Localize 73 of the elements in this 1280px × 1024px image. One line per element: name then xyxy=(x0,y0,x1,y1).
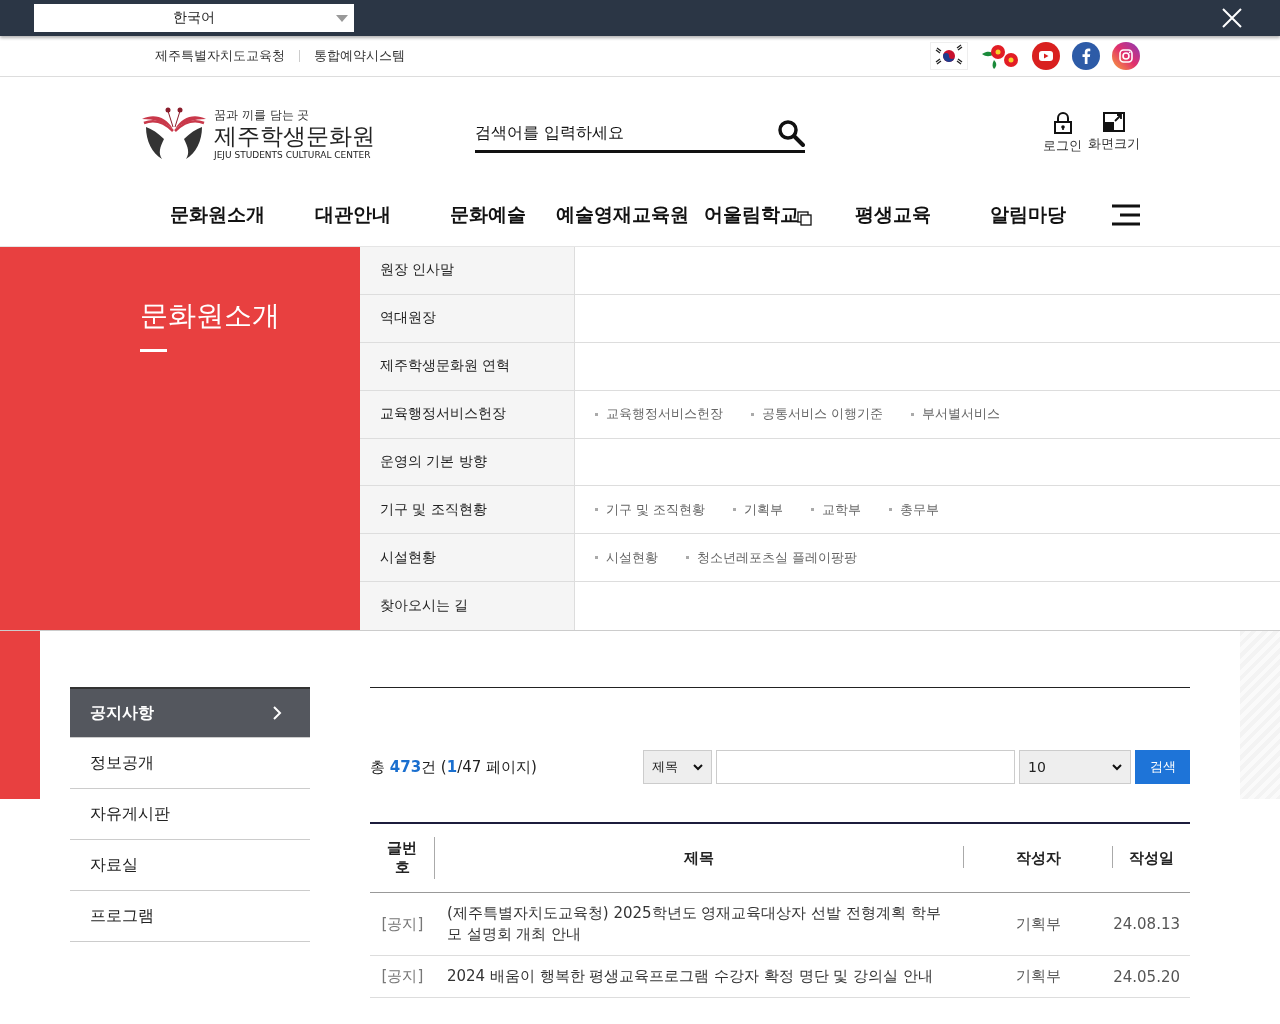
new-window-icon xyxy=(796,210,812,226)
submenu-item[interactable]: 교육행정서비스헌장 xyxy=(360,390,575,438)
flag-icon[interactable] xyxy=(930,42,968,70)
close-icon[interactable] xyxy=(1222,8,1242,28)
column-header: 작성자 xyxy=(1015,848,1061,867)
screen-size-button[interactable]: 화면크기 xyxy=(1088,112,1140,155)
chevron-down-icon xyxy=(693,763,703,771)
title-underline xyxy=(140,349,167,352)
sidebar-item[interactable]: 프로그램 xyxy=(70,891,310,942)
search-icon[interactable] xyxy=(777,118,805,147)
language-select[interactable]: 한국어 xyxy=(34,4,354,32)
butterfly-logo-icon[interactable] xyxy=(140,107,208,160)
caret-icon xyxy=(336,15,348,22)
sidebar-item[interactable]: 자료실 xyxy=(70,840,310,891)
author-cell: 기획부 xyxy=(1015,967,1061,985)
chevron-right-icon xyxy=(272,705,282,721)
submenu-item[interactable]: 제주학생문화원 연혁 xyxy=(360,342,575,390)
date-cell: 24.05.20 xyxy=(1113,967,1180,986)
submenu-link[interactable]: 부서별서비스 xyxy=(911,405,1001,424)
sidebar-item[interactable]: 정보공개 xyxy=(70,738,310,789)
youtube-icon[interactable] xyxy=(1032,42,1060,70)
logo-english-name: JEJU STUDENTS CULTURAL CENTER xyxy=(214,149,372,160)
submenu-link[interactable]: 교학부 xyxy=(811,500,862,519)
nav-menu-item[interactable]: 어울림학교 xyxy=(690,202,825,228)
submenu-item[interactable]: 시설현황 xyxy=(360,534,575,582)
submenu-item[interactable]: 원장 인사말 xyxy=(360,247,575,294)
submenu-link[interactable]: 교육행정서비스헌장 xyxy=(595,405,723,424)
notice-tag: [공지] xyxy=(381,967,424,985)
menu-icon[interactable] xyxy=(1112,204,1140,226)
instagram-icon[interactable] xyxy=(1112,42,1140,70)
flower-icon[interactable] xyxy=(980,42,1020,70)
search-field[interactable]: 검색어를 입력하세요 xyxy=(475,114,805,153)
nav-menu-item[interactable]: 알림마당 xyxy=(960,202,1095,228)
nav-menu-item[interactable]: 평생교육 xyxy=(825,202,960,228)
search-button[interactable]: 검색 xyxy=(1135,750,1190,784)
sidebar-item[interactable]: 공지사항 xyxy=(70,687,310,738)
menu-title: 문화원소개 xyxy=(140,298,281,334)
column-header: 제목 xyxy=(684,848,715,867)
submenu-link[interactable]: 기획부 xyxy=(733,500,784,519)
submenu-item[interactable]: 역대원장 xyxy=(360,294,575,342)
field-select[interactable]: 제목 xyxy=(643,750,712,784)
submenu-link[interactable]: 총무부 xyxy=(889,500,940,519)
nav-menu-item[interactable]: 대관안내 xyxy=(285,202,420,228)
lock-icon xyxy=(1052,112,1073,134)
sidebar-item[interactable]: 자유게시판 xyxy=(70,789,310,840)
result-count: 총 473건 (1/47 페이지) xyxy=(370,757,537,777)
logo-name[interactable]: 제주학생문화원 xyxy=(214,124,375,150)
notice-tag: [공지] xyxy=(381,914,424,933)
nav-menu-item[interactable]: 문화예술 xyxy=(420,202,555,228)
date-cell: 24.08.13 xyxy=(1113,915,1180,933)
column-header: 글번호 xyxy=(386,839,419,877)
author-cell: 기획부 xyxy=(1015,914,1061,933)
utility-link[interactable]: 통합예약시스템 xyxy=(314,47,405,65)
nav-menu-item[interactable]: 예술영재교육원 xyxy=(555,202,690,228)
submenu-link[interactable]: 공통서비스 이행기준 xyxy=(751,405,884,424)
submenu-link[interactable]: 기구 및 조직현황 xyxy=(595,500,706,519)
resize-icon xyxy=(1103,112,1125,132)
keyword-field[interactable] xyxy=(716,750,1015,784)
post-title-link[interactable]: (제주특별자치도교육청) 2025학년도 영재교육대상자 선발 전형계획 학부모 설명회 개최 안내 xyxy=(446,903,944,945)
logo-tagline: 꿈과 끼를 담는 곳 xyxy=(214,107,311,125)
submenu-item[interactable]: 찾아오시는 길 xyxy=(360,582,575,630)
utility-link[interactable]: 제주특별자치도교육청 xyxy=(155,47,285,65)
login-button[interactable]: 로그인 xyxy=(1043,112,1082,155)
submenu-item[interactable]: 기구 및 조직현황 xyxy=(360,486,575,534)
nav-menu-item[interactable]: 문화원소개 xyxy=(150,202,285,228)
page-size-select[interactable]: 10 xyxy=(1019,750,1131,784)
submenu-item[interactable]: 운영의 기본 방향 xyxy=(360,438,575,486)
column-header: 작성일 xyxy=(1129,848,1175,867)
post-title-link[interactable]: 2024 배움이 행복한 평생교육프로그램 수강자 확정 명단 및 강의실 안내 xyxy=(446,966,944,987)
submenu-link[interactable]: 청소년레포츠실 플레이팡팡 xyxy=(686,548,858,567)
submenu-link[interactable]: 시설현황 xyxy=(595,548,658,567)
chevron-down-icon xyxy=(1112,763,1122,771)
facebook-icon[interactable] xyxy=(1072,42,1100,70)
